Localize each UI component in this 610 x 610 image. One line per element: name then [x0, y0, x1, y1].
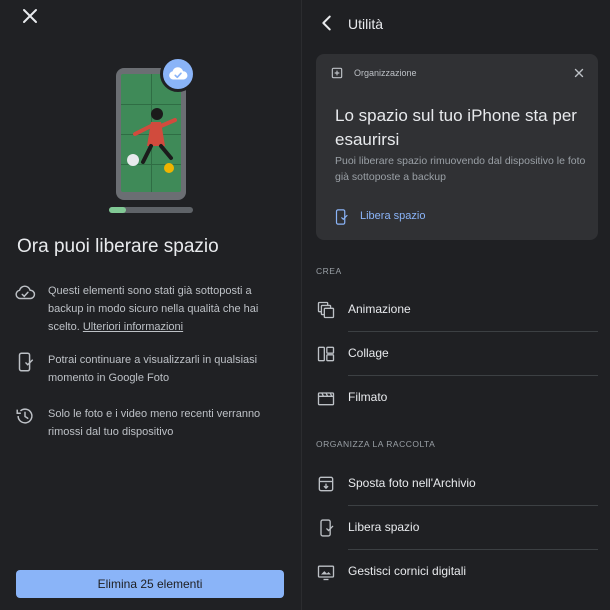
- free-up-space-link[interactable]: Libera spazio: [360, 210, 425, 222]
- phone-check-icon: [320, 519, 334, 537]
- menu-item-digital-frames[interactable]: Gestisci cornici digitali: [302, 550, 610, 594]
- storage-suggestion-card: Organizzazione Lo spazio sul tuo iPhone …: [316, 54, 598, 240]
- section-create-label: CREA: [316, 266, 342, 276]
- info-backup-row: Questi elementi sono stati già sottopost…: [14, 282, 284, 336]
- collage-icon: [317, 346, 335, 362]
- cloud-check-icon: [169, 67, 188, 80]
- learn-more-link[interactable]: Ulteriori informazioni: [83, 321, 183, 333]
- movie-icon: [317, 392, 335, 406]
- menu-item-label: Sposta foto nell'Archivio: [348, 476, 476, 490]
- phone-illustration: [104, 56, 200, 216]
- info-removal-row: Solo le foto e i video meno recenti verr…: [14, 405, 284, 441]
- free-up-space-panel: Ora puoi liberare spazio Questi elementi…: [0, 0, 302, 610]
- card-title: Lo spazio sul tuo iPhone sta per esaurir…: [335, 106, 577, 149]
- cloud-check-badge: [160, 56, 196, 92]
- delete-items-button[interactable]: Elimina 25 elementi: [16, 570, 284, 598]
- menu-item-movie[interactable]: Filmato: [302, 376, 610, 420]
- menu-item-collage[interactable]: Collage: [302, 332, 610, 376]
- card-category: Organizzazione: [354, 68, 417, 78]
- menu-item-label: Libera spazio: [348, 520, 420, 534]
- phone-check-icon: [18, 352, 34, 372]
- history-icon: [16, 408, 33, 424]
- menu-item-move-to-archive[interactable]: Sposta foto nell'Archivio: [302, 462, 610, 506]
- dismiss-card-icon[interactable]: [572, 66, 586, 80]
- menu-item-label: Gestisci cornici digitali: [348, 564, 467, 578]
- photo-frame-icon: [317, 565, 335, 581]
- backup-progress-fill: [109, 207, 126, 213]
- menu-item-free-up-space[interactable]: Libera spazio: [302, 506, 610, 550]
- back-arrow-icon[interactable]: [316, 12, 338, 34]
- page-title: Utilità: [348, 16, 384, 32]
- phone-check-icon: [335, 209, 348, 225]
- card-description: Puoi liberare spazio rimuovendo dal disp…: [335, 155, 586, 183]
- utilities-panel: Utilità Organizzazione Lo spazio sul tuo…: [302, 0, 610, 610]
- add-box-icon: [331, 67, 343, 79]
- info-access-row: Potrai continuare a visualizzarli in qua…: [14, 351, 284, 387]
- section-organize-label: ORGANIZZA LA RACCOLTA: [316, 439, 436, 449]
- menu-item-label: Filmato: [348, 390, 388, 404]
- close-icon[interactable]: [18, 4, 42, 28]
- backup-progress-bar: [109, 207, 193, 213]
- info-removal-text: Solo le foto e i video meno recenti verr…: [48, 408, 261, 438]
- page-title: Ora puoi liberare spazio: [17, 236, 219, 257]
- menu-item-label: Collage: [348, 346, 389, 360]
- animation-icon: [317, 301, 335, 319]
- menu-item-label: Animazione: [348, 302, 411, 316]
- cloud-done-icon: [15, 285, 36, 300]
- archive-icon: [318, 476, 334, 492]
- info-access-text: Potrai continuare a visualizzarli in qua…: [48, 354, 258, 384]
- info-backup-text: Questi elementi sono stati già sottopost…: [48, 285, 259, 333]
- menu-item-animation[interactable]: Animazione: [302, 288, 610, 332]
